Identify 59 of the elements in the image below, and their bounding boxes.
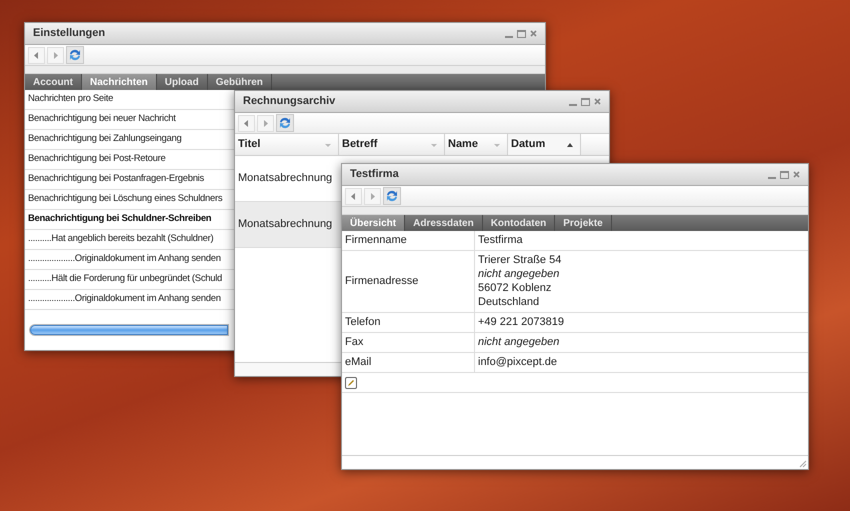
back-icon[interactable] — [28, 46, 45, 64]
column-header[interactable]: Titel — [235, 134, 339, 155]
field-value: 56072 Koblenz — [478, 282, 552, 295]
refresh-icon[interactable] — [66, 46, 84, 64]
caret-icon[interactable] — [430, 142, 438, 148]
tab[interactable]: Adressdaten — [405, 215, 483, 231]
setting-label: Benachrichtigung bei Post-Retoure — [28, 152, 166, 166]
forward-icon[interactable] — [47, 46, 64, 64]
setting-label: Benachrichtigung bei Zahlungseingang — [28, 132, 182, 146]
field-value: nicht angegeben — [478, 336, 560, 349]
setting-label: Benachrichtigung bei neuer Nachricht — [28, 112, 176, 126]
maximize-icon[interactable] — [780, 170, 789, 178]
field-label: eMail — [342, 353, 475, 372]
close-icon[interactable] — [530, 30, 537, 37]
field-label: Firmenname — [342, 231, 475, 250]
forward-icon[interactable] — [257, 114, 274, 132]
refresh-icon[interactable] — [276, 114, 294, 132]
edit-icon[interactable] — [345, 376, 357, 388]
column-header[interactable]: Betreff — [339, 134, 445, 155]
caret-icon[interactable] — [324, 142, 332, 148]
setting-label: ....................Originaldokument im Anhang senden — [28, 292, 221, 306]
field-value: +49 221 2073819 — [478, 316, 564, 329]
forward-icon[interactable] — [364, 188, 381, 204]
tab[interactable]: Upload — [156, 74, 208, 90]
field-label: Firmenadresse — [342, 251, 475, 312]
maximize-icon[interactable] — [517, 30, 526, 38]
field-value: nicht angegeben — [478, 268, 560, 281]
setting-label: Nachrichten pro Seite — [28, 92, 114, 106]
setting-label: Benachrichtigung bei Postanfragen-Ergebnis — [28, 172, 204, 186]
back-icon[interactable] — [238, 114, 255, 132]
caret-icon[interactable] — [493, 142, 501, 148]
window-title: Rechnungsarchiv — [243, 94, 336, 110]
tab[interactable]: Kontodaten — [482, 215, 556, 231]
close-icon[interactable] — [594, 98, 601, 105]
column-header[interactable]: Datum — [508, 134, 581, 155]
tab[interactable]: Projekte — [555, 215, 612, 231]
table-row[interactable]: Monatsabrechnung — [235, 156, 341, 202]
tab[interactable]: Nachrichten — [82, 74, 157, 90]
window-title: Einstellungen — [33, 26, 106, 42]
resize-grip-icon[interactable] — [798, 459, 807, 468]
table-row[interactable]: Monatsabrechnung — [235, 202, 341, 248]
window-title: Testfirma — [350, 167, 400, 182]
field-value: Trierer Straße 54 — [478, 254, 562, 267]
field-label: Fax — [342, 333, 475, 352]
refresh-icon[interactable] — [383, 187, 401, 205]
setting-label: Benachrichtigung bei Schuldner-Schreiben — [28, 212, 212, 226]
setting-label: ..........Hat angeblich bereits bezahlt (Schuldner) — [28, 232, 214, 246]
sort-ascending-icon[interactable] — [566, 142, 574, 148]
field-value: Deutschland — [478, 296, 540, 309]
field-value: Testfirma — [478, 234, 523, 247]
setting-label: ....................Originaldokument im Anhang senden — [28, 252, 221, 266]
back-icon[interactable] — [345, 188, 362, 204]
setting-label: ..........Hält die Forderung für unbegründet (Schuld — [28, 272, 222, 286]
close-icon[interactable] — [793, 171, 800, 178]
tab[interactable]: Übersicht — [342, 215, 406, 231]
maximize-icon[interactable] — [581, 98, 590, 106]
field-label: Telefon — [342, 313, 475, 332]
setting-label: Benachrichtigung bei Löschung eines Schuldners — [28, 192, 222, 206]
field-value: info@pixcept.de — [478, 356, 558, 369]
